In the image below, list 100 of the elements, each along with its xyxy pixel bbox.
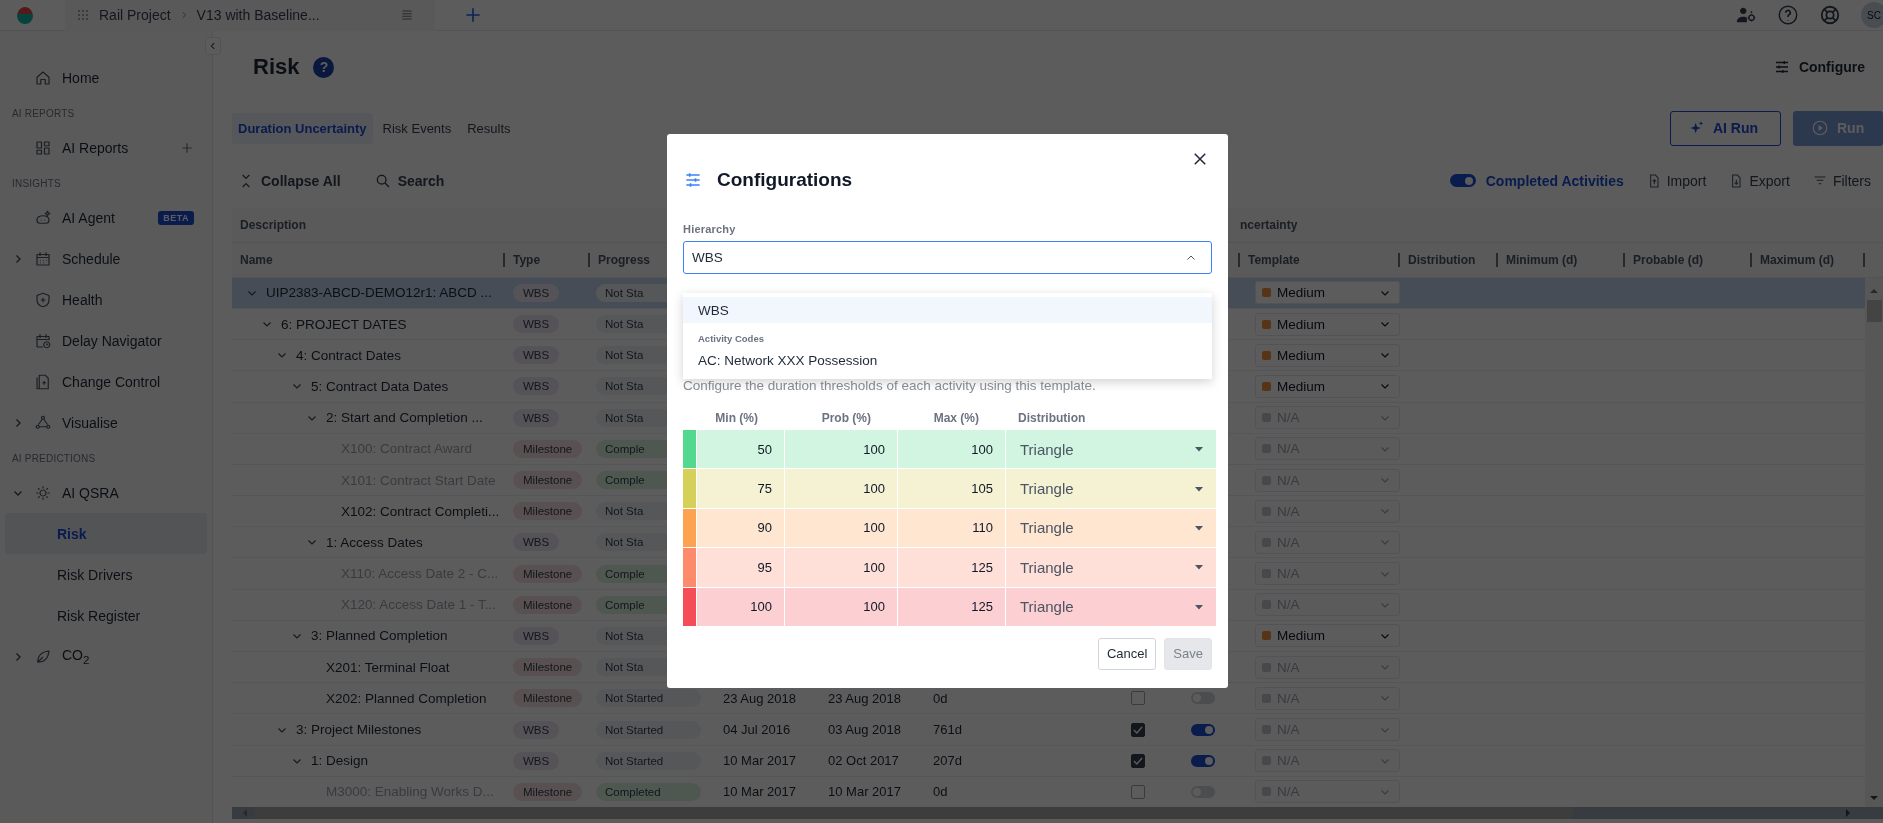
activity-name: X201: Terminal Float [326,659,450,675]
cancel-button[interactable]: Cancel [1097,637,1157,670]
close-icon[interactable] [1191,150,1209,168]
dropdown-option[interactable]: WBS [683,297,1212,323]
sidebar-subitem[interactable]: Risk [5,513,207,554]
sidebar-item[interactable]: Schedule [0,238,212,279]
activity-name: X102: Contract Completi... [341,503,500,519]
sidebar-item[interactable]: Home [0,57,212,98]
prob-percent-field[interactable]: 100 [785,508,897,548]
help-button[interactable]: ? [313,56,335,78]
min-percent-field[interactable]: 95 [697,548,784,587]
column-header[interactable]: Maximum (d) [1760,252,1834,267]
min-percent-field[interactable]: 90 [697,508,784,548]
sidebar-item[interactable]: Visualise [0,402,212,443]
sidebar-item[interactable]: AI Reports [0,127,212,168]
column-header[interactable]: Type [513,252,541,267]
tab[interactable]: Duration Uncertainty [232,112,373,144]
user-avatar[interactable]: SC [1861,2,1883,28]
distribution-select[interactable]: Triangle [1006,587,1216,626]
prob-percent-field[interactable]: 100 [785,469,897,508]
distribution-select[interactable]: Triangle [1006,469,1216,508]
min-percent-field[interactable]: 75 [697,469,784,508]
filters-button[interactable]: Filters [1805,168,1877,193]
lifebuoy-icon[interactable] [1819,4,1841,26]
max-percent-field[interactable]: 100 [898,430,1005,469]
scrollbar-thumb[interactable] [255,807,1573,819]
beta-badge: BETA [158,210,194,225]
sidebar-item[interactable]: Change Control [0,361,212,402]
sidebar-item[interactable]: Health [0,279,212,320]
sidebar-item[interactable]: CO$_{2}$ [0,636,212,677]
toolbar-button[interactable]: Export [1722,168,1796,193]
column-header[interactable]: Name [240,252,273,267]
template-select[interactable]: Medium [1255,281,1400,305]
toggle-switch[interactable] [1190,723,1215,736]
scrollbar-thumb[interactable] [1866,299,1882,322]
max-percent-field[interactable]: 105 [898,469,1005,508]
checkbox[interactable] [1130,722,1145,737]
breadcrumb-link[interactable]: Rail Project [99,7,171,23]
max-percent-field[interactable]: 110 [898,508,1005,548]
template-select[interactable]: Medium [1255,343,1400,367]
vertical-scrollbar[interactable] [1865,277,1883,807]
sidebar-item[interactable]: Delay Navigator [0,320,212,361]
plus-icon[interactable] [463,5,483,25]
arrow-down-icon[interactable] [1869,793,1879,803]
column-header[interactable]: Template [1248,252,1300,267]
min-percent-field[interactable]: 100 [697,587,784,626]
template-select[interactable]: Medium [1255,312,1400,336]
configure-button[interactable]: Configure [1772,58,1865,76]
type-tag: WBS [513,315,560,334]
distribution-select[interactable]: Triangle [1006,548,1216,587]
sidebar-subitem[interactable]: Risk Drivers [5,554,207,595]
distribution-select[interactable]: Triangle [1006,430,1216,469]
document-icon [34,372,52,391]
play-icon [1811,119,1829,137]
duration: 0d [933,784,948,800]
collapse-all-button[interactable]: Collapse All [232,168,347,193]
min-percent-field[interactable]: 50 [697,430,784,469]
progress-tag: Not Started [596,689,701,708]
horizontal-scrollbar[interactable] [232,807,1883,819]
arrow-right-icon[interactable] [1843,808,1853,818]
column-header[interactable]: Distribution [1408,252,1476,267]
checkbox[interactable] [1130,753,1145,768]
template-select[interactable]: Medium [1255,624,1400,648]
apps-icon[interactable] [75,7,91,23]
distribution-select[interactable]: Triangle [1006,508,1216,548]
ai-run-button[interactable]: AI Run [1669,110,1781,146]
sidebar-item[interactable]: AI Agent BETA [0,197,212,238]
prob-percent-field[interactable]: 100 [785,587,897,626]
toolbar-button[interactable]: Import [1639,168,1713,193]
toggle-switch[interactable] [1449,174,1476,187]
sidebar-item[interactable]: AI QSRA [0,472,212,513]
activity-name: 5: Contract Data Dates [311,378,449,394]
max-percent-field[interactable]: 125 [898,587,1005,626]
activity-name: 3: Project Milestones [296,722,422,737]
column-header[interactable]: Minimum (d) [1506,252,1578,267]
menu-icon[interactable] [399,7,415,23]
checkbox[interactable] [1130,784,1145,799]
prob-percent-field[interactable]: 100 [785,430,897,469]
chevron-left-icon [208,41,218,51]
breadcrumb-link[interactable]: V13 with Baseline... [196,7,320,23]
type-tag: Milestone [513,658,583,677]
hierarchy-select[interactable]: WBS [683,241,1212,274]
column-header[interactable]: Progress [598,252,651,267]
progress-tag: Not Started [596,751,701,770]
logo-icon[interactable] [15,5,35,25]
sidebar-subitem[interactable]: Risk Register [5,595,207,636]
toggle-switch[interactable] [1190,754,1215,767]
template-select[interactable]: Medium [1255,374,1400,398]
max-percent-field[interactable]: 125 [898,548,1005,587]
collapse-sidebar-button[interactable] [205,37,221,55]
column-header[interactable]: Probable (d) [1633,252,1703,267]
checkbox[interactable] [1130,691,1145,706]
prob-percent-field[interactable]: 100 [785,548,897,587]
search-button[interactable]: Search [368,168,451,193]
tab[interactable]: Results [461,112,517,144]
help-icon[interactable] [1777,4,1799,26]
sliders-icon [683,170,703,190]
plus-icon[interactable] [180,140,194,155]
progress-tag: Not Started [596,720,701,739]
tab[interactable]: Risk Events [376,112,458,144]
